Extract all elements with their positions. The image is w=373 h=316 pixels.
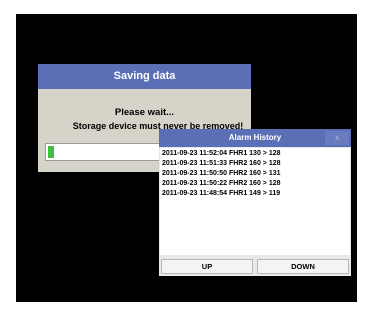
alarm-history-dialog: Alarm History x 2011-09-23 11:52:04 FHR1… [159, 129, 351, 276]
please-wait-text: Please wait... [114, 107, 175, 118]
list-item[interactable]: 2011-09-23 11:48:54 FHR1 149 > 119 [162, 190, 280, 197]
saving-data-title: Saving data [38, 64, 251, 89]
alarm-history-list: 2011-09-23 11:52:04 FHR1 130 > 128 2011-… [160, 148, 350, 255]
list-item[interactable]: 2011-09-23 11:51:33 FHR2 160 > 128 [162, 160, 281, 167]
list-item[interactable]: 2011-09-23 11:50:22 FHR2 160 > 128 [162, 180, 281, 187]
list-item[interactable]: 2011-09-23 11:50:50 FHR2 160 > 131 [162, 170, 281, 177]
close-button[interactable]: x [325, 131, 349, 145]
alarm-history-title: Alarm History [159, 129, 351, 147]
save-progress-fill [48, 146, 54, 158]
list-item[interactable]: 2011-09-23 11:52:04 FHR1 130 > 128 [162, 150, 281, 157]
down-button[interactable]: DOWN [257, 259, 349, 274]
up-button[interactable]: UP [161, 259, 253, 274]
alarm-nav-buttons: UP DOWN [159, 257, 351, 276]
device-screen: Saving data Please wait... Storage devic… [16, 14, 357, 302]
